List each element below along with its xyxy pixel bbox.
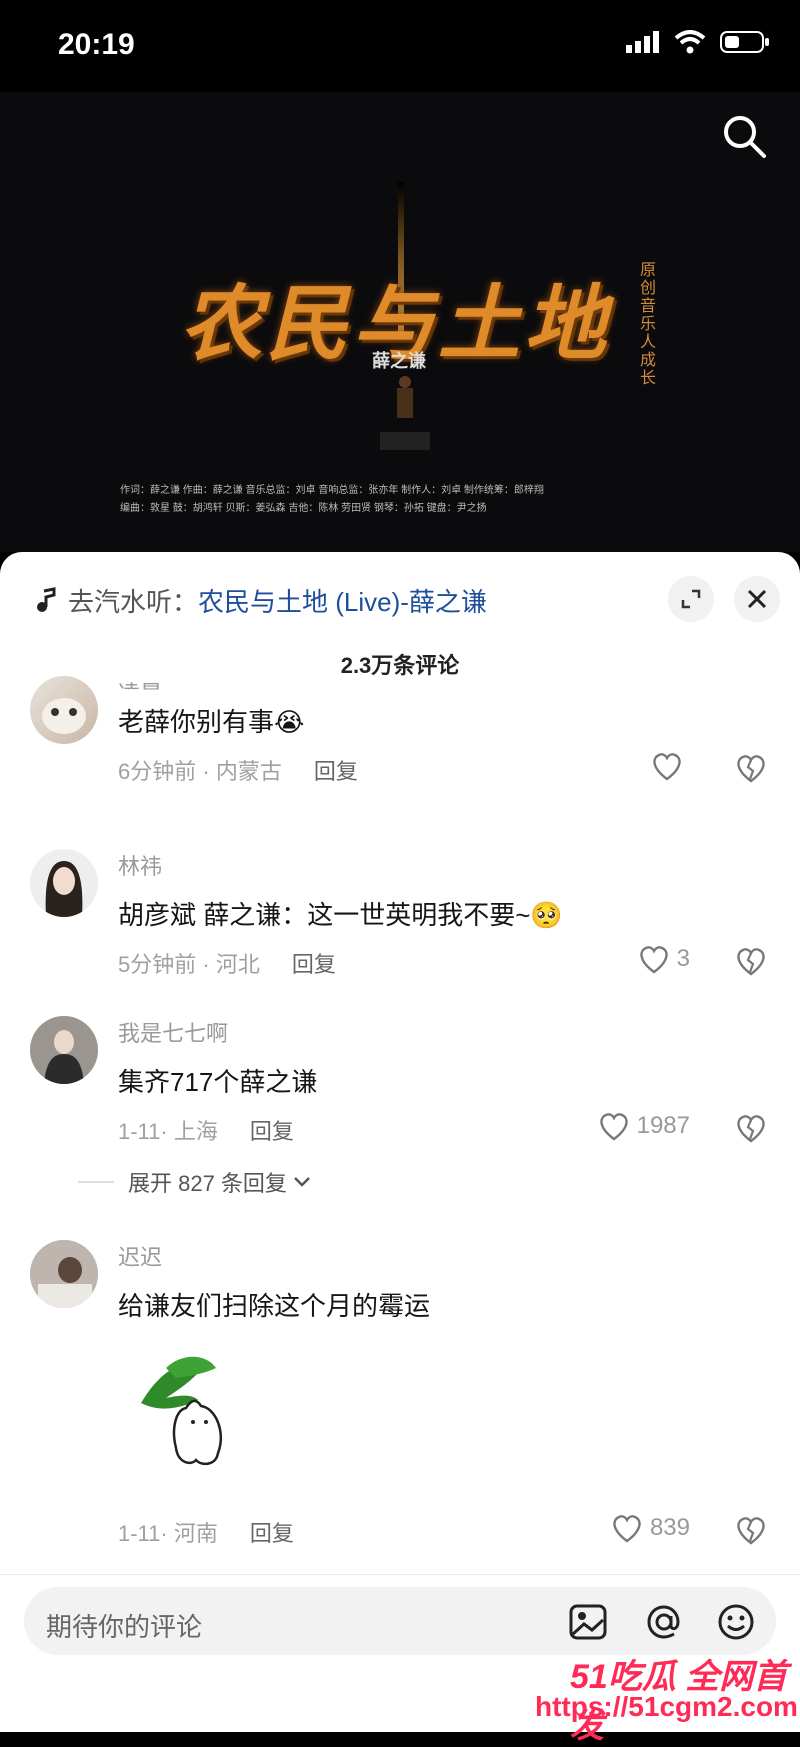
video-player[interactable]: 农民与土地 原创音乐人 成长 薛之谦 作词：薛之谦 作曲：薛之谦 音乐总监：刘卓… [0, 92, 800, 552]
avatar[interactable] [30, 1016, 98, 1084]
emoji-icon[interactable] [716, 1602, 756, 1642]
like-button[interactable]: 3 [637, 943, 690, 975]
wifi-icon [674, 30, 706, 54]
reply-button[interactable]: 回复 [250, 1119, 294, 1144]
comment-location: 河南 [173, 1521, 218, 1546]
image-icon[interactable] [568, 1602, 608, 1642]
like-count: 839 [649, 1514, 690, 1541]
at-icon[interactable] [644, 1602, 684, 1642]
like-button[interactable] [650, 750, 690, 782]
comment-location: 内蒙古 [215, 759, 282, 784]
reply-button[interactable]: 回复 [314, 759, 358, 784]
like-count: 3 [676, 945, 690, 972]
comment-location: 河北 [215, 952, 260, 977]
expand-icon [681, 589, 701, 609]
like-button[interactable]: 839 [610, 1512, 690, 1544]
broken-heart-icon[interactable] [734, 752, 768, 784]
heart-icon [599, 1113, 628, 1141]
comment-text: 胡彦斌 薛之谦：这一世英明我不要~🥺 [118, 900, 563, 930]
status-bar: 20:19 [0, 0, 800, 92]
username[interactable]: 林祎 [118, 849, 162, 881]
credits-line-2: 编曲：敦星 鼓：胡鸿轩 贝斯：姜弘森 吉他：陈林 劳田贤 钢琴：孙拓 键盘：尹之… [120, 503, 487, 514]
comment-item: 凌晨 老薛你别有事😭 6分钟前 · 内蒙古回复 [0, 676, 800, 832]
credits-line-1: 作词：薛之谦 作曲：薛之谦 音乐总监：刘卓 音响总监：张亦年 制作人：刘卓 制作… [120, 485, 544, 496]
broken-heart-icon[interactable] [734, 1514, 768, 1546]
search-icon[interactable] [720, 112, 770, 162]
heart-icon [653, 753, 681, 781]
comment-time: 5分钟前 [118, 952, 197, 977]
heart-icon [639, 946, 668, 974]
close-icon [747, 589, 767, 609]
poster-side-text: 原创音乐人 成长 [640, 262, 657, 387]
music-link-song[interactable]: 农民与土地 (Live)-薛之谦 [198, 582, 487, 619]
comment-item: 迟迟 给谦友们扫除这个月的霉运 1-11· 河南 回复 839 [0, 1238, 800, 1558]
comment-meta: 5分钟前 · 河北 回复 [118, 952, 336, 977]
signal-icon [626, 31, 659, 53]
comments-sheet: 去汽水听： 农民与土地 (Live)-薛之谦 2.3万条评论 凌晨 老薛你别有事… [0, 552, 800, 1732]
broken-heart-icon[interactable] [734, 945, 768, 977]
comment-time: 1-11 [118, 1521, 161, 1546]
comment-time: 6分钟前 [118, 759, 197, 784]
broken-heart-icon[interactable] [734, 1112, 768, 1144]
avatar[interactable] [30, 676, 98, 744]
comment-meta: 1-11· 上海 回复 [118, 1119, 294, 1144]
status-icons [626, 30, 770, 54]
username[interactable]: 凌晨 [118, 676, 162, 690]
poster-credits: 作词：薛之谦 作曲：薛之谦 音乐总监：刘卓 音响总监：张亦年 制作人：刘卓 制作… [120, 482, 720, 518]
watermark: 51吃瓜 全网首发 https://51cgm2.com [500, 1649, 800, 1745]
expand-replies-button[interactable]: 展开 827 条回复 [78, 1166, 311, 1198]
avatar[interactable] [30, 1240, 98, 1308]
comment-text: 给谦友们扫除这个月的霉运 [118, 1291, 431, 1321]
comment-input[interactable]: 期待你的评论 [24, 1587, 776, 1655]
close-button[interactable] [734, 576, 780, 622]
reply-button[interactable]: 回复 [250, 1521, 294, 1546]
battery-icon [720, 31, 769, 53]
music-note-icon [37, 587, 56, 612]
comment-item: 我是七七啊 集齐717个薛之谦 1-11· 上海 回复 1987 展开 827 条… [0, 1014, 800, 1196]
like-count: 1987 [636, 1112, 690, 1139]
poster-singer: 薛之谦 [372, 351, 426, 371]
reply-button[interactable]: 回复 [292, 952, 336, 977]
avatar[interactable] [30, 849, 98, 917]
comment-location: 上海 [173, 1119, 218, 1144]
expand-button[interactable] [668, 576, 714, 622]
sticker-image[interactable] [136, 1348, 256, 1478]
username[interactable]: 我是七七啊 [118, 1016, 228, 1048]
music-link[interactable]: 去汽水听： 农民与土地 (Live)-薛之谦 [34, 578, 487, 622]
comment-input-placeholder: 期待你的评论 [46, 1612, 203, 1642]
stage-silhouette [380, 376, 430, 450]
comment-meta: 1-11· 河南 回复 [118, 1521, 294, 1546]
comment-meta: 6分钟前 · 内蒙古 回复 [118, 759, 358, 784]
watermark-url: https://51cgm2.com [535, 1691, 798, 1722]
chevron-down-icon [294, 1177, 310, 1187]
comment-text: 集齐717个薛之谦 [118, 1067, 318, 1097]
music-link-prefix: 去汽水听： [68, 586, 199, 617]
comment-time: 1-11 [118, 1119, 161, 1144]
expand-replies-label: 展开 827 条回复 [128, 1171, 287, 1196]
username[interactable]: 迟迟 [118, 1240, 162, 1272]
status-time: 20:19 [58, 28, 135, 61]
heart-icon [613, 1515, 641, 1543]
like-button[interactable]: 1987 [597, 1110, 690, 1142]
comment-text: 老薛你别有事😭 [118, 707, 305, 737]
comment-item: 林祎 胡彦斌 薛之谦：这一世英明我不要~🥺 5分钟前 · 河北 回复 3 [0, 847, 800, 997]
expand-divider [78, 1181, 114, 1183]
